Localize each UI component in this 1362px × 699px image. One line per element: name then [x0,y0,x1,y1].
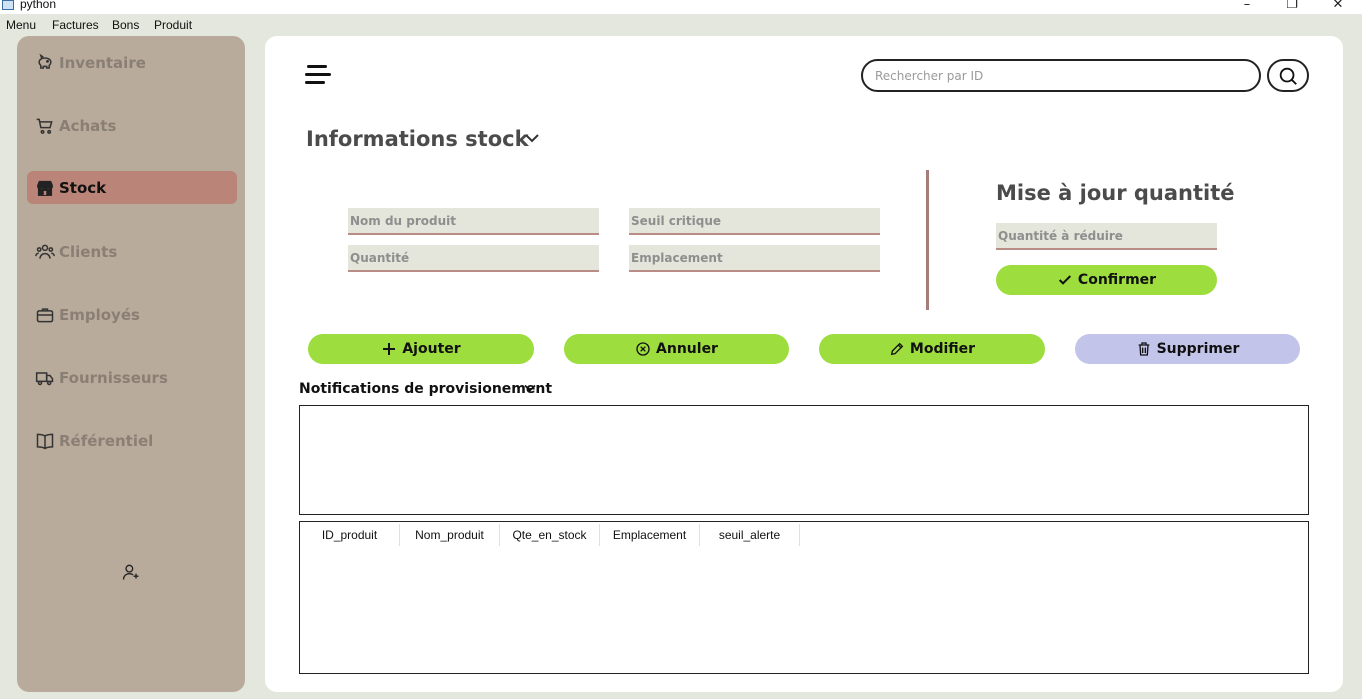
critical-threshold-field[interactable] [629,208,880,235]
users-icon [35,244,55,259]
add-user-icon[interactable] [121,562,141,582]
sidebar-item-label: Fournisseurs [59,368,168,387]
sidebar-item-referentiel[interactable]: Référentiel [27,424,237,457]
column-header-qte-en-stock[interactable]: Qte_en_stock [500,524,600,546]
vertical-divider [926,170,929,310]
close-icon[interactable]: ✕ [1327,0,1349,12]
book-icon [36,433,54,449]
cart-icon [36,118,53,134]
sidebar-item-inventaire[interactable]: Inventaire [27,46,237,79]
sidebar-item-label: Stock [59,178,107,197]
add-label: Ajouter [402,341,461,357]
product-name-field[interactable] [348,208,599,235]
hamburger-menu-icon[interactable] [305,65,331,87]
menu-menu[interactable]: Menu [6,18,36,32]
table-header: ID_produit Nom_produit Qte_en_stock Empl… [300,524,800,546]
confirm-button[interactable]: Confirmer [996,265,1217,295]
chevron-down-icon[interactable] [523,383,537,393]
menu-factures[interactable]: Factures [52,18,99,32]
sidebar-item-stock[interactable]: Stock [27,171,237,204]
minimize-icon[interactable]: – [1236,0,1258,12]
sidebar-item-fournisseurs[interactable]: Fournisseurs [27,361,237,394]
search-icon [1279,67,1297,85]
window-title: python [20,0,57,11]
menu-produit[interactable]: Produit [154,18,192,32]
location-field[interactable] [629,245,880,272]
menu-bons[interactable]: Bons [112,18,139,32]
piggy-bank-icon [38,53,52,69]
title-bar: python – ❐ ✕ [0,0,1362,14]
quantity-field[interactable] [348,245,599,272]
stock-table[interactable]: ID_produit Nom_produit Qte_en_stock Empl… [299,521,1309,674]
sidebar-item-label: Référentiel [59,431,154,450]
column-header-nom-produit[interactable]: Nom_produit [400,524,500,546]
pencil-icon [890,342,904,356]
briefcase-icon [36,307,54,322]
sidebar-item-achats[interactable]: Achats [27,109,237,142]
trash-icon [1138,342,1149,356]
plus-icon [383,343,396,355]
sidebar: Inventaire Achats Stock Clients Employés… [17,36,245,692]
store-icon [37,180,53,196]
section-title: Informations stock [306,127,529,151]
notifications-title: Notifications de provisionement [299,381,553,397]
cancel-circle-icon [636,342,650,356]
edit-button[interactable]: Modifier [819,334,1045,364]
cancel-label: Annuler [656,341,718,357]
sidebar-item-label: Employés [59,305,140,324]
app-icon [2,0,14,10]
delete-button[interactable]: Supprimer [1075,334,1300,364]
sidebar-item-clients[interactable]: Clients [27,235,237,268]
quantity-reduce-field[interactable] [996,223,1217,250]
sidebar-item-label: Clients [59,242,118,261]
sidebar-item-label: Achats [59,116,117,135]
notifications-list[interactable] [299,405,1309,515]
add-button[interactable]: Ajouter [308,334,534,364]
search-button[interactable] [1267,59,1309,92]
chevron-down-icon[interactable] [524,132,540,144]
truck-icon [35,371,54,385]
update-quantity-title: Mise à jour quantité [996,181,1235,205]
menu-bar: Menu Factures Bons Produit [0,14,1362,36]
check-icon [1058,275,1071,285]
sidebar-item-employes[interactable]: Employés [27,298,237,331]
maximize-icon[interactable]: ❐ [1281,0,1303,12]
column-header-emplacement[interactable]: Emplacement [600,524,700,546]
column-header-id-produit[interactable]: ID_produit [300,524,400,546]
confirm-label: Confirmer [1077,272,1157,288]
cancel-button[interactable]: Annuler [564,334,789,364]
search-input[interactable] [861,59,1261,92]
edit-label: Modifier [909,341,976,357]
sidebar-item-label: Inventaire [59,53,146,72]
column-header-seuil-alerte[interactable]: seuil_alerte [700,524,800,546]
main-panel: Informations stock Mise à jour quantité … [265,36,1343,692]
delete-label: Supprimer [1156,341,1240,357]
